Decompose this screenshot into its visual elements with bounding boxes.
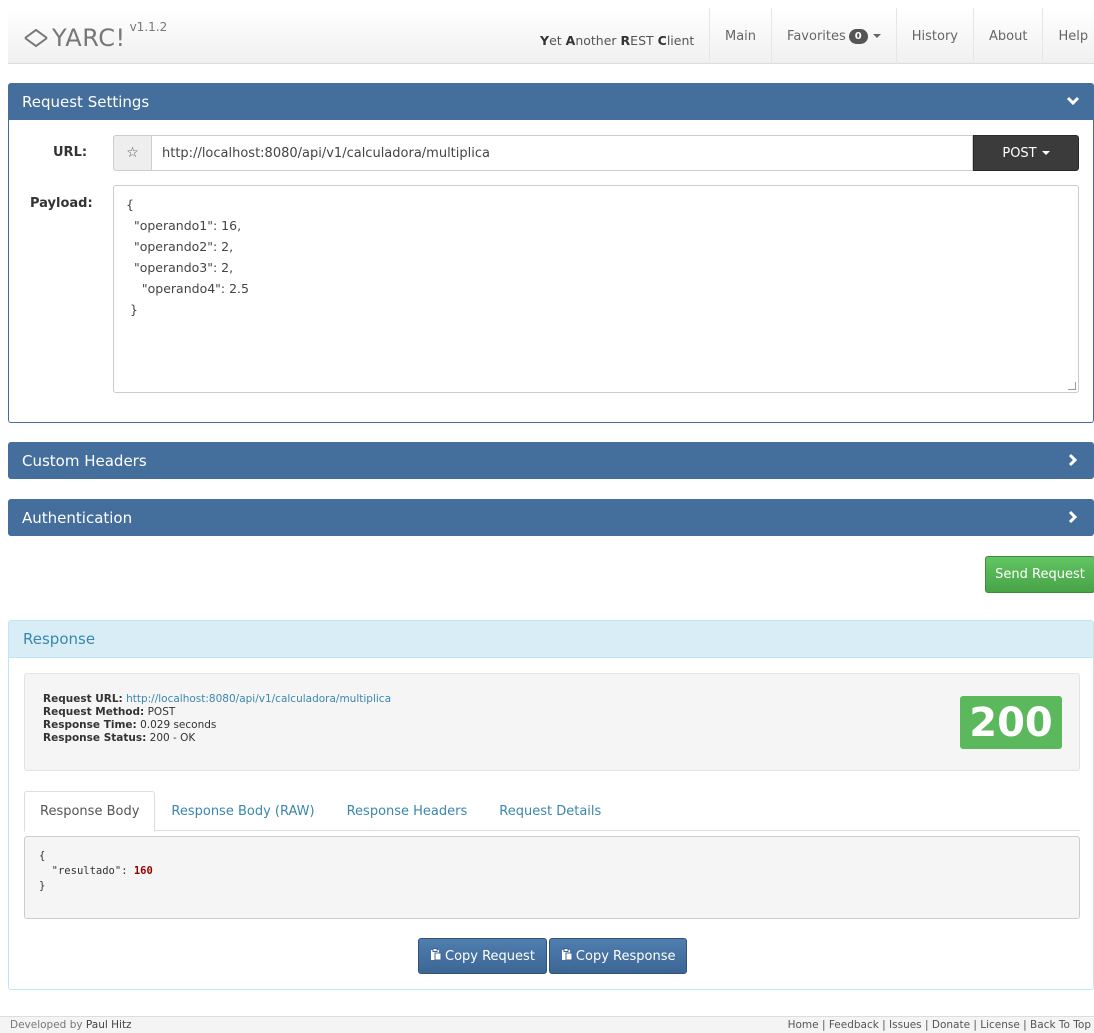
- summary-value: POST: [147, 706, 176, 718]
- summary-label: Request Method:: [43, 706, 145, 718]
- nav-item-help[interactable]: Help: [1042, 8, 1094, 64]
- url-label: URL:: [53, 145, 88, 160]
- tab-response-body-raw[interactable]: Response Body (RAW): [155, 791, 330, 831]
- tab-response-body[interactable]: Response Body: [24, 791, 156, 832]
- chevron-right-icon: [1066, 509, 1080, 528]
- request-settings-header[interactable]: Request Settings: [8, 83, 1094, 120]
- tab-request-details[interactable]: Request Details: [483, 791, 617, 831]
- chevron-right-icon: [1066, 452, 1080, 471]
- response-header: Response: [9, 621, 1093, 658]
- response-body-content: { "resultado": 160 }: [24, 836, 1080, 919]
- brand-version: v1.1.2: [129, 20, 168, 34]
- json-brace: }: [39, 880, 46, 892]
- nav-item-history[interactable]: History: [895, 8, 973, 64]
- nav-item-label: Favorites: [787, 28, 846, 44]
- url-input[interactable]: [151, 135, 973, 171]
- nav-item-label: Help: [1058, 28, 1089, 44]
- summary-url-row: Request URL: http://localhost:8080/api/v…: [43, 693, 391, 706]
- tagline-word: et: [549, 33, 566, 48]
- send-request-button[interactable]: Send Request: [985, 556, 1094, 593]
- footer-credit: Developed by Paul Hitz: [10, 1019, 132, 1031]
- summary-label: Request URL:: [43, 693, 123, 705]
- panel-title: Request Settings: [22, 92, 150, 111]
- response-summary: Request URL: http://localhost:8080/api/v…: [24, 673, 1080, 771]
- json-brace: {: [39, 850, 46, 862]
- panel-title: Response: [23, 630, 96, 648]
- yarc-logo-icon: [24, 28, 48, 48]
- tab-response-headers[interactable]: Response Headers: [331, 791, 484, 831]
- resize-handle-icon[interactable]: [1068, 382, 1076, 390]
- payload-text: { "operando1": 16, "operando2": 2, "oper…: [126, 197, 249, 317]
- tagline-word: nother: [575, 33, 621, 48]
- tagline-word: lient: [666, 33, 695, 48]
- brand-name: YARC!: [52, 24, 126, 52]
- response-tabs: Response Body Response Body (RAW) Respon…: [24, 791, 1080, 832]
- response-panel: Response Request URL: http://localhost:8…: [8, 620, 1094, 990]
- copy-request-label: Copy Request: [445, 948, 535, 964]
- nav-item-label: History: [911, 28, 958, 44]
- footer-developed-by: Developed by: [10, 1019, 83, 1031]
- panel-title: Custom Headers: [22, 451, 147, 470]
- footer: Developed by Paul Hitz Home | Feedback |…: [0, 1016, 1094, 1033]
- status-code-badge: 200: [960, 696, 1062, 749]
- chevron-down-icon: [1066, 93, 1080, 112]
- tagline-letter: A: [565, 33, 576, 48]
- copy-request-button[interactable]: Copy Request: [418, 938, 547, 974]
- nav-item-label: Main: [725, 28, 757, 44]
- nav-item-label: About: [989, 28, 1028, 44]
- json-key: "resultado": [51, 865, 122, 877]
- json-value: 160: [133, 865, 153, 877]
- summary-label: Response Time:: [43, 719, 137, 731]
- nav-item-favorites[interactable]: Favorites 0: [771, 8, 896, 64]
- main-nav: Main Favorites 0 History About Help: [709, 8, 1094, 64]
- navbar: YARC! v1.1.2 Yet Another REST Client Mai…: [8, 8, 1094, 64]
- footer-links[interactable]: Home | Feedback | Issues | Donate | Lice…: [788, 1019, 1091, 1031]
- brand[interactable]: YARC! v1.1.2: [24, 20, 167, 56]
- clipboard-icon: [561, 948, 573, 964]
- nav-item-about[interactable]: About: [973, 8, 1042, 64]
- copy-response-button[interactable]: Copy Response: [548, 938, 688, 974]
- summary-status-row: Response Status: 200 - OK: [43, 732, 391, 745]
- tagline-letter: R: [620, 33, 631, 48]
- custom-headers-header[interactable]: Custom Headers: [8, 442, 1094, 479]
- payload-textarea[interactable]: { "operando1": 16, "operando2": 2, "oper…: [113, 185, 1079, 393]
- summary-time-row: Response Time: 0.029 seconds: [43, 719, 391, 732]
- summary-method-row: Request Method: POST: [43, 706, 391, 719]
- footer-author-link[interactable]: Paul Hitz: [86, 1019, 132, 1031]
- summary-value: 0.029 seconds: [140, 719, 217, 731]
- authentication-header[interactable]: Authentication: [8, 499, 1094, 536]
- tagline: Yet Another REST Client: [540, 33, 694, 48]
- method-label: POST: [1002, 145, 1037, 161]
- star-icon[interactable]: ☆: [113, 135, 151, 171]
- summary-label: Response Status:: [43, 732, 147, 744]
- copy-button-group: Copy Request Copy Response: [418, 938, 688, 974]
- favorites-count-badge: 0: [848, 28, 868, 44]
- copy-response-label: Copy Response: [575, 948, 676, 964]
- clipboard-icon: [430, 948, 442, 964]
- tagline-letter: C: [657, 33, 667, 48]
- panel-title: Authentication: [22, 508, 133, 527]
- request-url-link[interactable]: http://localhost:8080/api/v1/calculadora…: [126, 693, 391, 705]
- tagline-letter: Y: [540, 33, 550, 48]
- method-dropdown-button[interactable]: POST: [973, 135, 1079, 171]
- tagline-word: EST: [630, 33, 658, 48]
- caret-down-icon: [1041, 151, 1050, 155]
- summary-lines: Request URL: http://localhost:8080/api/v…: [43, 693, 391, 745]
- payload-label: Payload:: [30, 196, 93, 211]
- nav-item-main[interactable]: Main: [709, 8, 771, 64]
- summary-value: 200 - OK: [149, 732, 196, 744]
- response-json: { "resultado": 160 }: [39, 850, 153, 892]
- caret-down-icon: [872, 34, 881, 38]
- url-group: ☆ POST: [113, 135, 1079, 171]
